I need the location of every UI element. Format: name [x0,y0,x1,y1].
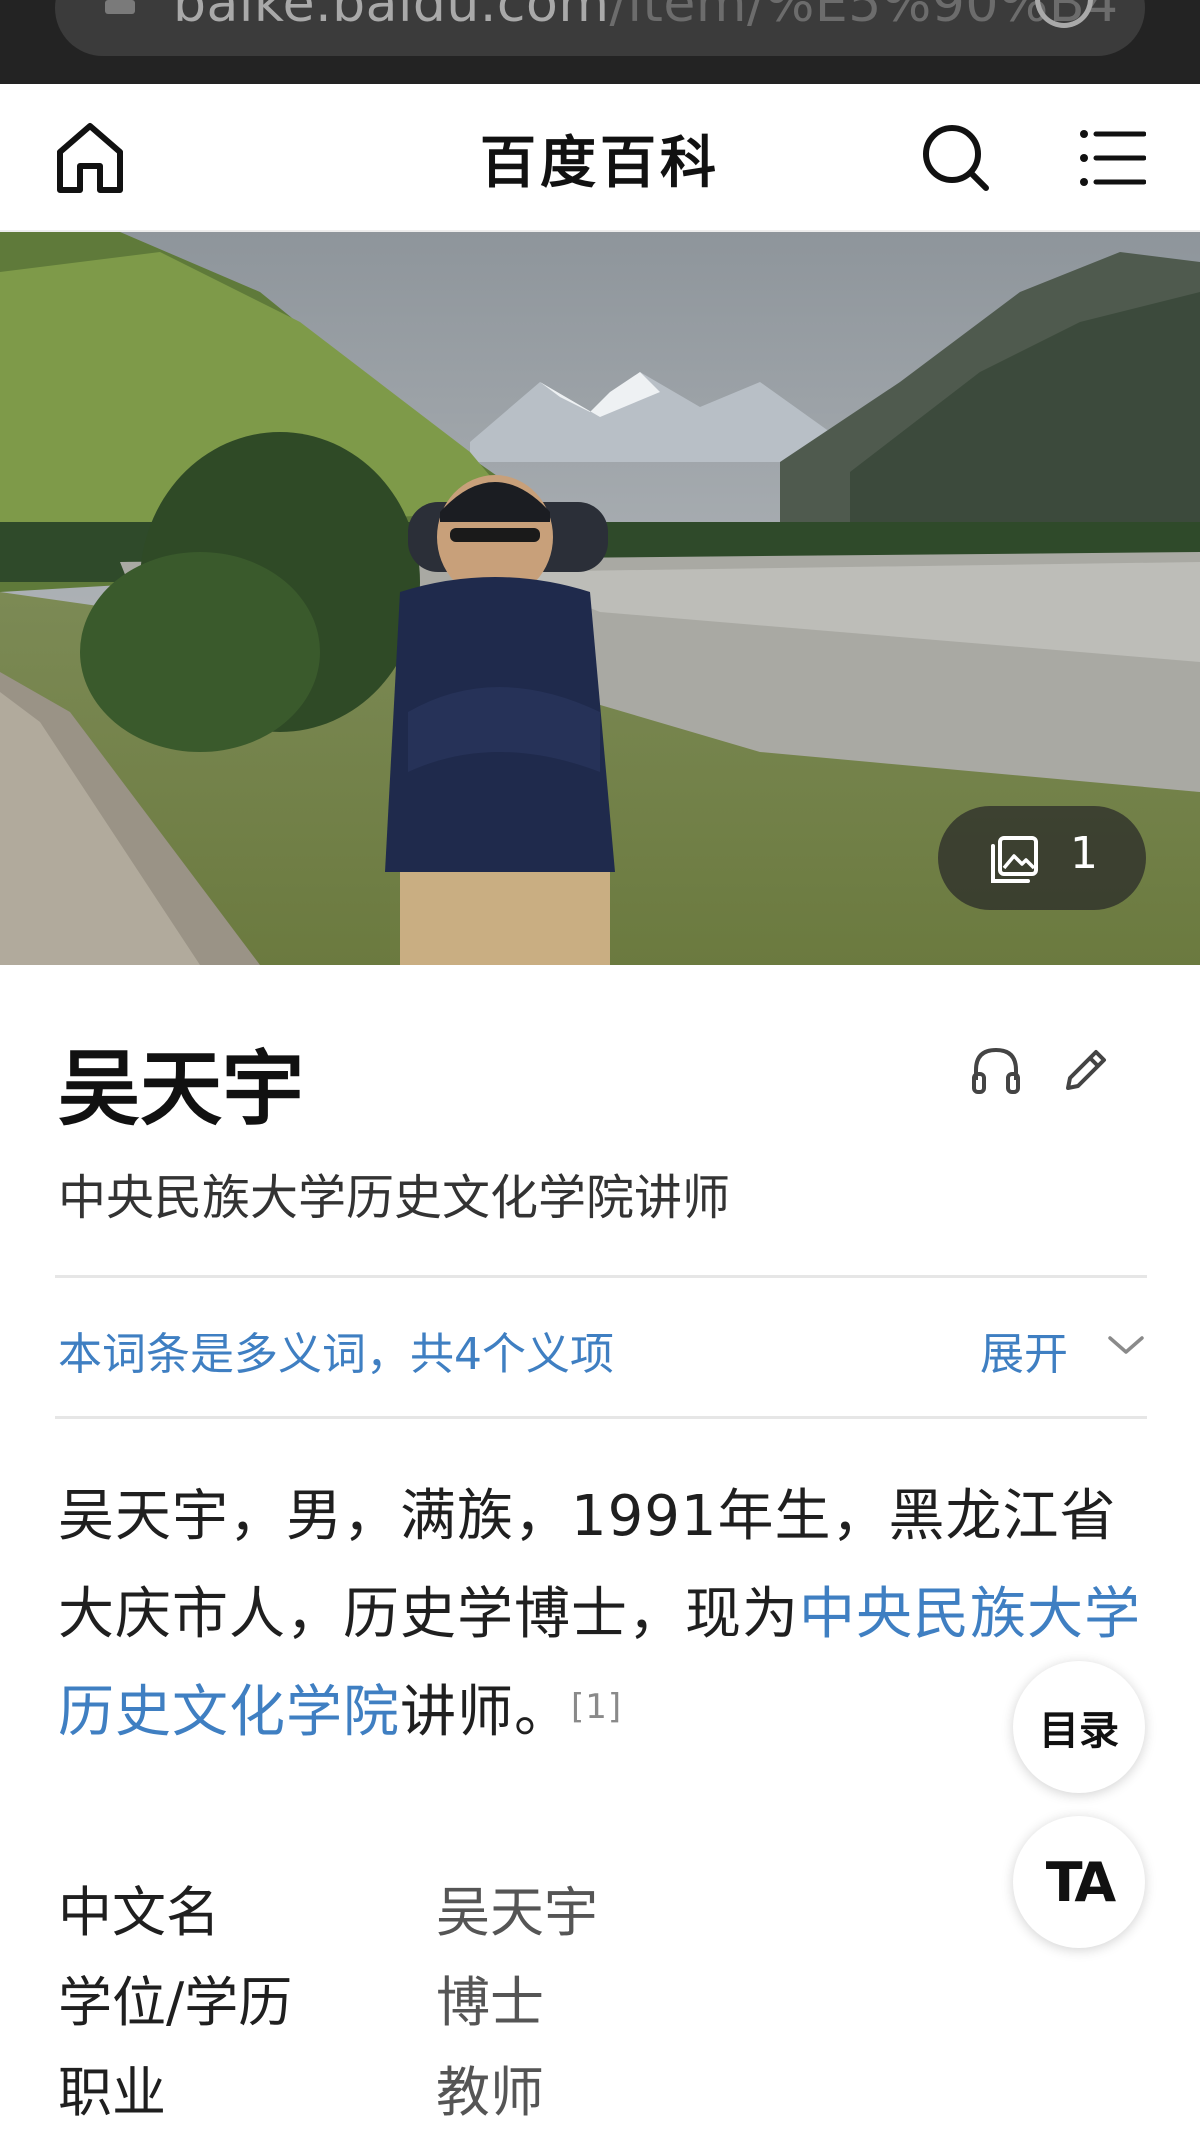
headphones-icon [972,1047,1020,1094]
page: baike.baidu.com/item/%E5%90%B4 百度百科 1 吴天… [0,0,1200,2130]
search-icon [923,125,989,191]
infobox-value: 教师 [436,2061,544,2124]
chevron-down-icon [1108,1336,1144,1354]
citation-ref[interactable]: [1] [571,1687,622,1727]
menu-button[interactable] [1080,128,1147,188]
polysemy-notice[interactable]: 本词条是多义词，共4个义项 [58,1318,614,1382]
expand-label: 展开 [980,1329,1068,1380]
infobox-label: 职业 [58,2061,166,2124]
infobox-value: 博士 [436,1971,544,2034]
edit-button[interactable] [1060,1044,1112,1096]
infobox-row: 学位/学历 博士 [58,1958,958,2038]
toc-button[interactable]: 目录 [1013,1661,1145,1793]
lock-icon [105,0,135,14]
infobox-value: 吴天宇 [436,1881,598,1944]
infobox-row: 职业 教师 [58,2048,958,2128]
hero-photo[interactable]: 1 [0,232,1200,965]
site-title: 百度百科 [480,131,720,196]
listen-button[interactable] [970,1044,1022,1096]
ta-button[interactable]: TA [1013,1816,1145,1948]
infobox-label: 中文名 [58,1881,220,1944]
infobox-row: 中文名 吴天宇 [58,1868,958,1948]
ta-label: TA [1045,1850,1116,1914]
pencil-icon [1066,1050,1106,1090]
browser-toolbar: baike.baidu.com/item/%E5%90%B4 [0,0,1200,84]
gallery-badge[interactable]: 1 [938,806,1146,910]
gallery-count: 1 [1070,828,1098,879]
summary-text-end: 讲师。 [400,1680,571,1745]
gallery-icon [991,836,1038,883]
expand-button[interactable]: 展开 [980,1316,1150,1380]
entry-summary: 吴天宇，男，满族，1991年生，黑龙江省大庆市人，历史学博士，现为中央民族大学历… [58,1468,1148,1762]
divider [55,1275,1147,1278]
entry-title: 吴天宇 [58,1042,305,1137]
search-button[interactable] [920,122,992,194]
url-text[interactable]: baike.baidu.com/item/%E5%90%B4 [173,0,1119,34]
site-header: 百度百科 [0,84,1200,232]
divider [55,1416,1147,1419]
url-domain: baike.baidu.com [173,0,610,34]
address-bar[interactable]: baike.baidu.com/item/%E5%90%B4 [55,0,1145,56]
menu-icon [1080,130,1147,186]
infobox-label: 学位/学历 [58,1971,293,2034]
entry-subtitle: 中央民族大学历史文化学院讲师 [58,1170,731,1226]
toc-label: 目录 [1039,1708,1119,1754]
